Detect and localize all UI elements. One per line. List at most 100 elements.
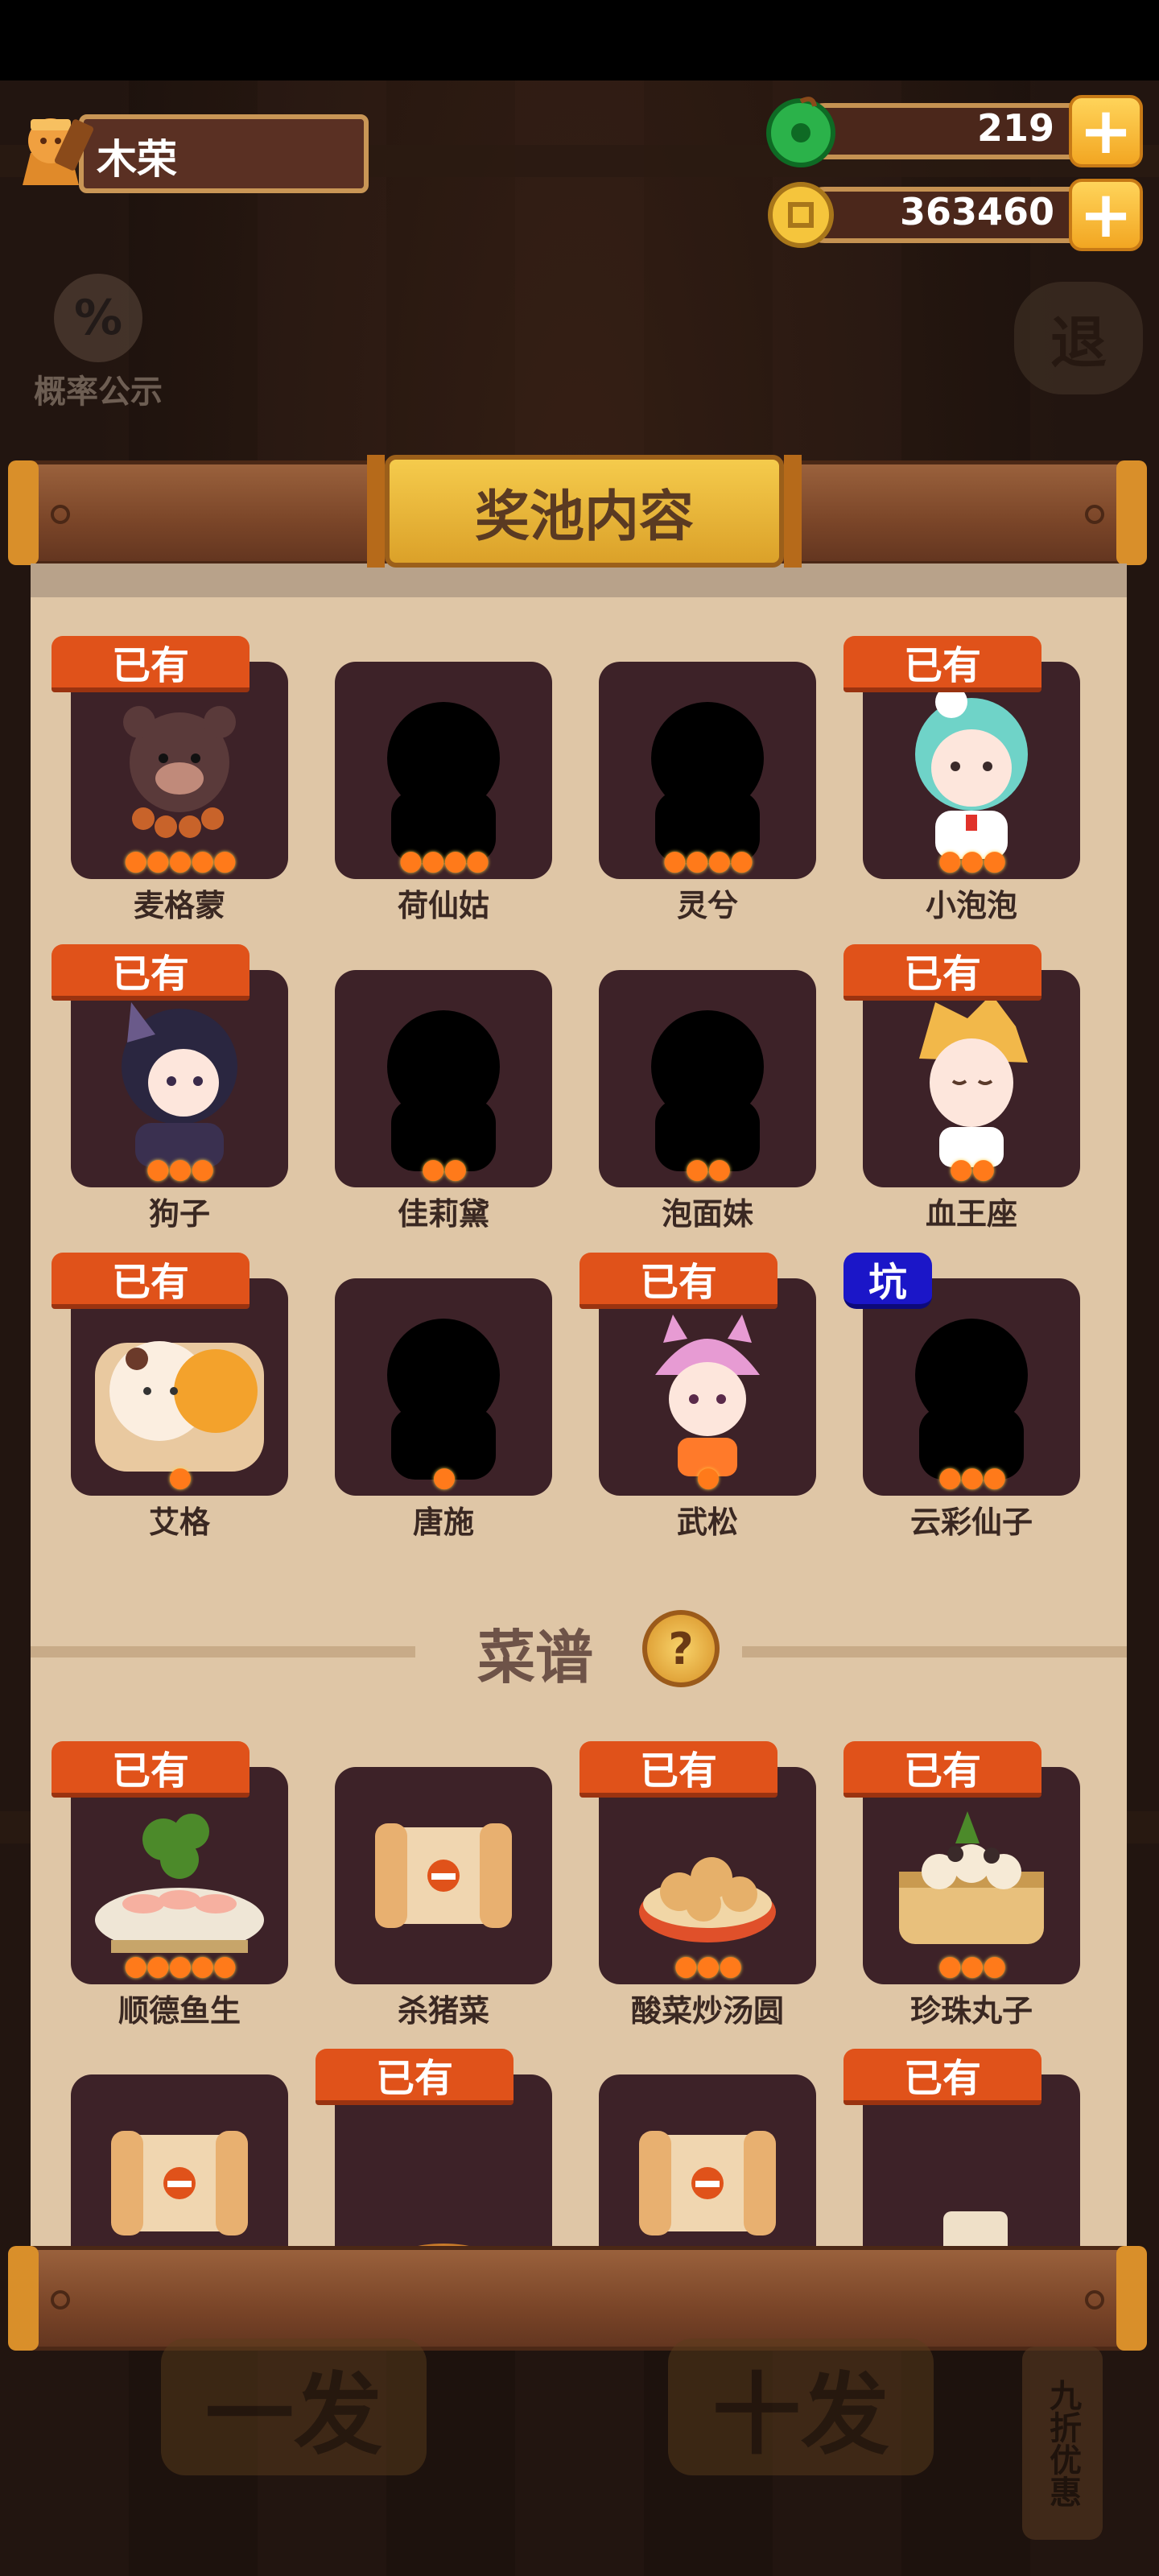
jade-bar: [797, 103, 1103, 159]
rarity-flames: ●●●: [863, 1952, 1080, 1979]
flame-icon: ●: [982, 1461, 1007, 1493]
rarity-flames: ●●●●: [335, 847, 552, 874]
jade-coin-icon: [765, 95, 837, 167]
flame-icon: ●: [938, 844, 962, 877]
character-card[interactable]: ● 唐施: [335, 1278, 552, 1540]
character-name: 荷仙姑: [397, 888, 489, 923]
flame-icon: ●: [707, 844, 732, 877]
character-name: 血王座: [925, 1196, 1017, 1232]
owned-badge: 已有: [580, 1741, 777, 1798]
flame-icon: ●: [443, 844, 468, 877]
silhouette-icon: [615, 678, 800, 863]
rarity-flames: ●: [599, 1463, 816, 1491]
character-card[interactable]: ●● 佳莉黛: [335, 970, 552, 1232]
flame-icon: ●: [212, 1950, 237, 1982]
character-card[interactable]: ●●● 已有狗子: [52, 944, 288, 1232]
silhouette-icon: [615, 986, 800, 1171]
ten-draw-button[interactable]: 十发: [668, 2339, 934, 2475]
recipe-card[interactable]: ●●● 已有 酸菜炒汤圆: [580, 1741, 816, 2029]
recipe-card[interactable]: [599, 2074, 816, 2246]
character-portrait: [87, 986, 272, 1171]
character-card[interactable]: ●●● 已有 小泡泡: [843, 636, 1080, 923]
rarity-flames: ●●●●●: [71, 847, 288, 874]
beam-cap-left: [8, 460, 39, 565]
rarity-flames: ●●●: [71, 1155, 288, 1183]
recipe-card[interactable]: [71, 2074, 288, 2246]
flame-icon: ●: [398, 844, 423, 877]
probability-button[interactable]: % 概率公示: [18, 274, 179, 411]
recipe-card[interactable]: 已有: [843, 2049, 1080, 2246]
character-name: 麦格蒙: [133, 888, 225, 923]
flame-icon: ●: [938, 1461, 962, 1493]
owned-badge: 已有: [52, 1741, 250, 1798]
recipe-card[interactable]: ●●● 已有珍珠丸子: [843, 1741, 1080, 2029]
rarity-flames: ●●●: [863, 1463, 1080, 1491]
flame-icon: ●: [971, 1153, 996, 1185]
character-card[interactable]: ●●●●● 已有 麦格蒙: [52, 636, 288, 923]
character-portrait: [87, 1294, 272, 1480]
rarity-flames: ●●●●: [599, 847, 816, 874]
pit-badge: 坑: [843, 1253, 932, 1309]
character-portrait: [87, 678, 272, 863]
character-name: 狗子: [148, 1196, 210, 1232]
beam-nail: [1085, 2290, 1104, 2310]
character-card[interactable]: ●●● 坑云彩仙子: [843, 1253, 1080, 1540]
owned-badge: 已有: [52, 944, 250, 1001]
rarity-flames: ●: [71, 1463, 288, 1491]
owned-badge: 已有: [843, 1741, 1041, 1798]
recipe-card[interactable]: 已有: [316, 2049, 552, 2246]
add-gold-button[interactable]: +: [1069, 179, 1143, 251]
flame-icon: ●: [685, 1153, 709, 1185]
single-draw-button[interactable]: 一发: [161, 2339, 427, 2475]
character-name: 云彩仙子: [909, 1505, 1033, 1540]
add-jade-button[interactable]: +: [1069, 95, 1143, 167]
character-name: 泡面妹: [661, 1196, 753, 1232]
panel-bottom-beam: [8, 2246, 1147, 2351]
flame-icon: ●: [168, 844, 192, 877]
character-name: 唐施: [412, 1505, 474, 1540]
prize-pool-panel: ●●●●● 已有 麦格蒙 ●●●● 荷仙姑 ●●●● 灵兮 ●●● 已有 小泡泡 ●●● 已有 狗子 ●●…: [31, 564, 1127, 2246]
flame-icon: ●: [465, 844, 490, 877]
beam-nail: [51, 2290, 70, 2310]
owned-badge: 已有: [843, 2049, 1041, 2105]
flame-icon: ●: [718, 1950, 743, 1982]
rarity-flames: ●: [335, 1463, 552, 1491]
owned-badge: 已有: [316, 2049, 514, 2105]
character-card[interactable]: ● 已有 武松: [580, 1253, 816, 1540]
rarity-flames: ●●●: [863, 847, 1080, 874]
divider-left: [31, 1646, 415, 1657]
recipe-card[interactable]: 杀猪菜: [335, 1767, 552, 2029]
player-name-plate[interactable]: 木荣: [6, 105, 369, 201]
help-icon[interactable]: ?: [642, 1610, 720, 1687]
recipe-name: 杀猪菜: [397, 1993, 489, 2029]
recipe-image: [615, 1783, 800, 1968]
recipe-name: 珍珠丸子: [909, 1993, 1033, 2029]
beam-nail: [51, 505, 70, 524]
recipe-card[interactable]: ●●●●● 已有 顺德鱼生: [52, 1741, 288, 2029]
character-card[interactable]: ●● 已有血王座: [843, 944, 1080, 1232]
character-card[interactable]: ●●●● 荷仙姑: [335, 662, 552, 923]
recipe-image: [87, 1783, 272, 1968]
character-card[interactable]: ●● 泡面妹: [599, 970, 816, 1232]
beam-cap-left: [8, 2246, 39, 2351]
owned-badge: 已有: [52, 1253, 250, 1309]
gold-counter: 363460 +: [765, 179, 1143, 251]
flame-icon: ●: [960, 1950, 984, 1982]
flame-icon: ●: [432, 1461, 456, 1493]
character-card[interactable]: ●●●● 灵兮: [599, 662, 816, 923]
flame-icon: ●: [146, 844, 170, 877]
exit-button[interactable]: 退: [1014, 282, 1143, 394]
flame-icon: ●: [707, 1153, 732, 1185]
owned-badge: 已有: [843, 944, 1041, 1001]
flame-icon: ●: [938, 1950, 962, 1982]
character-card[interactable]: ● 已有 艾格: [52, 1253, 288, 1540]
gold-value: 363460: [899, 190, 1054, 233]
silhouette-icon: [879, 1294, 1064, 1480]
flame-icon: ●: [685, 844, 709, 877]
recipe-name: 顺德鱼生: [118, 1993, 241, 2029]
silhouette-icon: [351, 678, 536, 863]
silhouette-icon: [351, 1294, 536, 1480]
flame-icon: ●: [168, 1950, 192, 1982]
flame-icon: ●: [421, 844, 445, 877]
rarity-flames: ●●: [863, 1155, 1080, 1183]
